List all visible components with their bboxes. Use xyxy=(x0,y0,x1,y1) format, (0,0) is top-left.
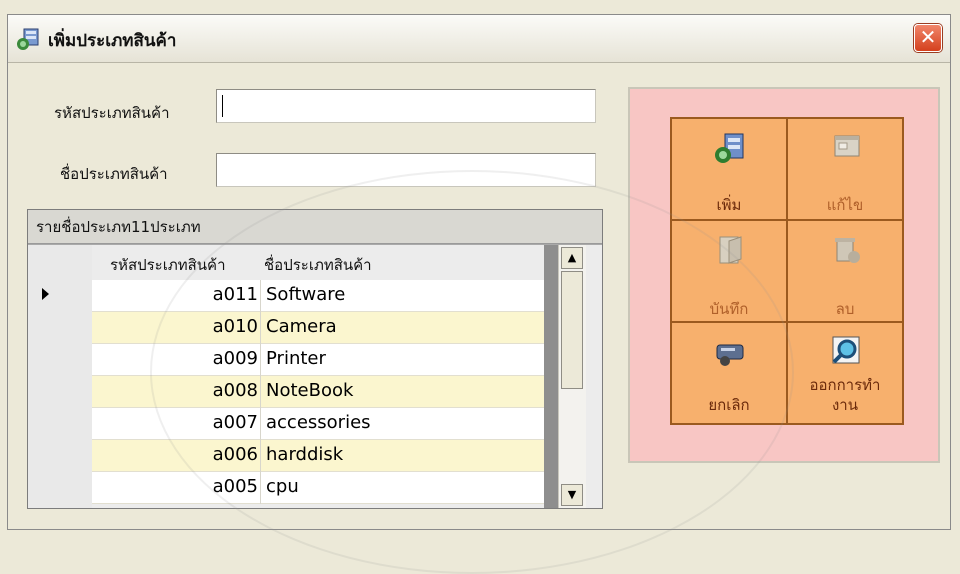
cell-code: a009 xyxy=(212,348,258,369)
category-code-input[interactable] xyxy=(216,89,596,123)
grid-rows: a011 Software a010 Camera a009 Printer a… xyxy=(92,280,544,504)
category-name-label: ชื่อประเภทสินค้า xyxy=(60,165,168,183)
title-bar: เพิ่มประเภทสินค้า ✕ xyxy=(8,15,950,63)
cell-code: a005 xyxy=(212,476,258,497)
arrow-up-icon: ▲ xyxy=(567,251,577,264)
cell-name: Software xyxy=(266,284,346,305)
table-row[interactable]: a008 NoteBook xyxy=(92,376,544,408)
edit-button[interactable]: แก้ไข xyxy=(786,117,904,221)
scroll-down-button[interactable]: ▼ xyxy=(561,484,583,506)
text-caret xyxy=(222,95,223,117)
table-row[interactable]: a011 Software xyxy=(92,280,544,312)
scroll-thumb[interactable] xyxy=(561,271,583,389)
cell-name: Printer xyxy=(266,348,326,369)
edit-form-icon xyxy=(834,135,860,157)
close-button[interactable]: ✕ xyxy=(914,24,942,52)
save-button[interactable]: บันทึก xyxy=(670,219,788,323)
edit-label: แก้ไข xyxy=(826,196,864,214)
cell-code: a007 xyxy=(212,412,258,433)
exit-button[interactable]: ออกการทำ งาน xyxy=(786,321,904,425)
cell-name: harddisk xyxy=(266,444,344,465)
scroll-up-button[interactable]: ▲ xyxy=(561,247,583,269)
cell-code: a008 xyxy=(212,380,258,401)
cell-name: Camera xyxy=(266,316,337,337)
row-header-column xyxy=(28,245,92,508)
close-icon: ✕ xyxy=(919,25,937,49)
add-label: เพิ่ม xyxy=(716,196,742,214)
window-title: เพิ่มประเภทสินค้า xyxy=(48,31,177,51)
cancel-button[interactable]: ยกเลิก xyxy=(670,321,788,425)
add-icon xyxy=(715,133,744,163)
arrow-down-icon: ▼ xyxy=(567,488,577,501)
app-icon xyxy=(17,28,39,50)
cell-code: a006 xyxy=(212,444,258,465)
action-panel: เพิ่ม แก้ไข บันทึก ลบ ยกเลิก ออกการทำ งา… xyxy=(628,87,940,463)
category-grid: รายชื่อประเภท11ประเภท รหัสประเภทสินค้า ช… xyxy=(27,209,603,509)
table-row[interactable]: a005 cpu xyxy=(92,472,544,504)
table-row[interactable]: a009 Printer xyxy=(92,344,544,376)
vertical-scrollbar[interactable]: ▲ ▼ xyxy=(558,245,586,508)
category-name-input[interactable] xyxy=(216,153,596,187)
dialog-window: เพิ่มประเภทสินค้า ✕ รหัสประเภทสินค้า ชื่… xyxy=(7,14,951,530)
cell-name: NoteBook xyxy=(266,380,354,401)
column-header-code[interactable]: รหัสประเภทสินค้า xyxy=(110,253,226,277)
exit-label-line2: งาน xyxy=(831,396,858,414)
table-row[interactable]: a010 Camera xyxy=(92,312,544,344)
cell-code: a011 xyxy=(212,284,258,305)
add-button[interactable]: เพิ่ม xyxy=(670,117,788,221)
cell-name: accessories xyxy=(266,412,371,433)
current-row-pointer-icon xyxy=(42,288,49,300)
cancel-drive-icon xyxy=(716,344,744,366)
save-door-icon xyxy=(719,236,742,264)
column-header-name[interactable]: ชื่อประเภทสินค้า xyxy=(264,253,372,277)
delete-label: ลบ xyxy=(835,300,855,318)
table-row[interactable]: a006 harddisk xyxy=(92,440,544,472)
cell-code: a010 xyxy=(212,316,258,337)
grid-empty-area xyxy=(544,245,558,508)
cell-name: cpu xyxy=(266,476,299,497)
grid-caption: รายชื่อประเภท11ประเภท xyxy=(28,210,602,244)
category-code-label: รหัสประเภทสินค้า xyxy=(54,104,170,122)
grid-body: รหัสประเภทสินค้า ชื่อประเภทสินค้า a011 S… xyxy=(28,245,602,508)
delete-trash-icon xyxy=(835,238,860,263)
table-row[interactable]: a007 accessories xyxy=(92,408,544,440)
cancel-label: ยกเลิก xyxy=(708,396,750,414)
save-label: บันทึก xyxy=(709,300,749,318)
magnifier-icon xyxy=(832,336,860,364)
delete-button[interactable]: ลบ xyxy=(786,219,904,323)
